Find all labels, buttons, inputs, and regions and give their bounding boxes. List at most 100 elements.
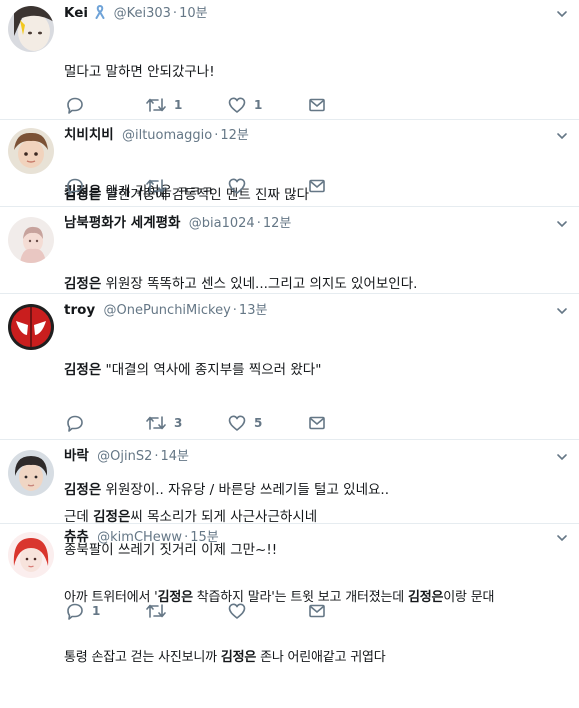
timestamp[interactable]: 15분 [190,530,219,545]
timestamp[interactable]: 12분 [263,216,292,231]
retweet-icon [146,602,166,620]
keyword-highlight: 김정은 [93,509,131,525]
separator-dot: · [214,128,219,143]
display-name[interactable]: Kei [64,5,88,21]
tweet-card[interactable]: 바락 @OjinS2 · 14분 근데 김정은씨 목소리가 되게 사근사근하시네 [0,440,579,525]
display-name[interactable]: troy [64,302,95,318]
separator-dot: · [232,303,237,318]
user-handle[interactable]: @OjinS2 [97,449,152,464]
keyword-highlight: 김정은 [64,276,102,292]
avatar[interactable] [8,217,54,263]
like-button[interactable]: 5 [228,414,262,432]
separator-dot: · [172,6,178,21]
avatar[interactable] [8,532,54,578]
display-name[interactable]: 바락 [64,448,89,464]
reply-icon [66,602,84,620]
direct-message-button[interactable] [308,177,326,195]
retweet-icon [146,96,166,114]
tweet-line: 김정은 "대결의 역사에 종지부를 찍으러 왔다" [64,360,570,380]
keyword-highlight: 김정은 [64,362,102,378]
heart-icon [228,177,246,195]
tweet-line: 통령 손잡고 걷는 사진보니까 김정은 존나 어린애같고 귀엽다 [64,648,570,668]
envelope-icon [308,96,326,114]
tweet-text: 아까 트위터에서 '김정은 착즙하지 말라'는 트윗 보고 개터졌는데 김정은이… [64,548,570,708]
envelope-icon [308,414,326,432]
direct-message-button[interactable] [308,414,326,432]
display-name[interactable]: 남북평화가 세계평화 [64,215,180,231]
text-segment: 위원장 똑똑하고 센스 있네...그리고 의지도 있어보인다. [101,276,418,292]
chevron-down-icon[interactable] [555,128,569,142]
user-handle[interactable]: @bia1024 [189,216,255,231]
chevron-down-icon[interactable] [555,530,569,544]
reply-button[interactable] [66,177,84,195]
chevron-down-icon[interactable] [555,6,569,20]
text-segment: 존나 어린애같고 귀엽다 [256,650,386,665]
tweet-actions [66,177,366,195]
user-handle[interactable]: @Kei303 [114,6,171,21]
text-segment: 씨 목소리가 되게 사근사근하시네 [130,509,318,525]
chevron-down-icon[interactable] [555,303,569,317]
reply-button[interactable] [66,96,84,114]
retweet-count: 3 [174,416,183,430]
like-count: 5 [254,416,263,430]
tweet-line: 김정은 위원장 똑똑하고 센스 있네...그리고 의지도 있어보인다. [64,274,570,294]
reply-button[interactable] [66,414,84,432]
retweet-count: 1 [174,98,183,112]
like-button[interactable]: 1 [228,96,262,114]
separator-dot: · [256,216,261,231]
avatar[interactable] [8,128,54,174]
user-handle[interactable]: @kimCHeww [97,530,182,545]
direct-message-button[interactable] [308,96,326,114]
timestamp[interactable]: 12분 [220,128,249,143]
reply-count: 1 [92,604,101,618]
tweet-actions: 1 [66,602,366,620]
keyword-highlight: 김정은 [220,650,257,665]
like-count: 1 [254,98,263,112]
text-segment: 근데 [64,509,94,525]
envelope-icon [308,177,326,195]
direct-message-button[interactable] [308,602,326,620]
tweet-card[interactable]: 치비치비 @iltuomaggio · 12분 김정은 말한거중에 감동적인 멘트 … [0,120,579,207]
tweet-actions: 3 5 [66,414,366,432]
tweet-card[interactable]: 남북평화가 세계평화 @bia1024 · 12분 김정은 위원장 똑똑하고 센스 … [0,207,579,294]
display-name[interactable]: 츄츄 [64,529,89,545]
envelope-icon [308,602,326,620]
reply-icon [66,177,84,195]
timestamp[interactable]: 13분 [239,303,268,318]
text-segment: 멀다고 말하면 안되갔구나! [64,64,215,80]
retweet-button[interactable]: 3 [146,414,182,432]
tweet-card[interactable]: 츄츄 @kimCHeww · 15분 아까 트위터에서 '김정은 착즙하지 말라'는… [0,524,579,665]
separator-dot: · [184,530,189,545]
text-segment: "대결의 역사에 종지부를 찍으러 왔다" [101,362,322,378]
retweet-button[interactable]: 1 [146,96,182,114]
chevron-down-icon[interactable] [555,449,569,463]
text-segment: 통령 손잡고 걷는 사진보니까 [64,650,221,665]
reply-icon [66,96,84,114]
retweet-icon [146,177,166,195]
avatar[interactable] [8,450,54,496]
keyword-highlight: 김정은 [407,590,444,605]
retweet-button[interactable] [146,602,166,620]
display-name[interactable]: 치비치비 [64,127,114,143]
tweet-card[interactable]: Kei @Kei303 · 10분 멀다고 말하면 안되갔구나! 김정은 왤캐 귀여… [0,0,579,200]
retweet-button[interactable] [146,177,166,195]
heart-icon [228,96,246,114]
avatar[interactable] [8,6,54,52]
tweet-card[interactable]: troy @OnePunchiMickey · 13분 김정은 "대결의 역사에 종… [0,294,579,558]
user-handle[interactable]: @iltuomaggio [122,128,212,143]
tweet-line: 멀다고 말하면 안되갔구나! [64,62,570,82]
tweet-actions: 1 1 [66,96,366,114]
like-button[interactable] [228,602,246,620]
reply-button[interactable]: 1 [66,602,100,620]
text-segment: 이랑 문대 [443,590,495,605]
avatar[interactable] [8,304,54,350]
retweet-icon [146,414,166,432]
heart-icon [228,602,246,620]
like-button[interactable] [228,177,246,195]
chevron-down-icon[interactable] [555,216,569,230]
user-handle[interactable]: @OnePunchiMickey [103,303,230,318]
heart-icon [228,414,246,432]
timestamp[interactable]: 10분 [179,6,208,21]
timestamp[interactable]: 14분 [161,449,190,464]
reply-icon [66,414,84,432]
